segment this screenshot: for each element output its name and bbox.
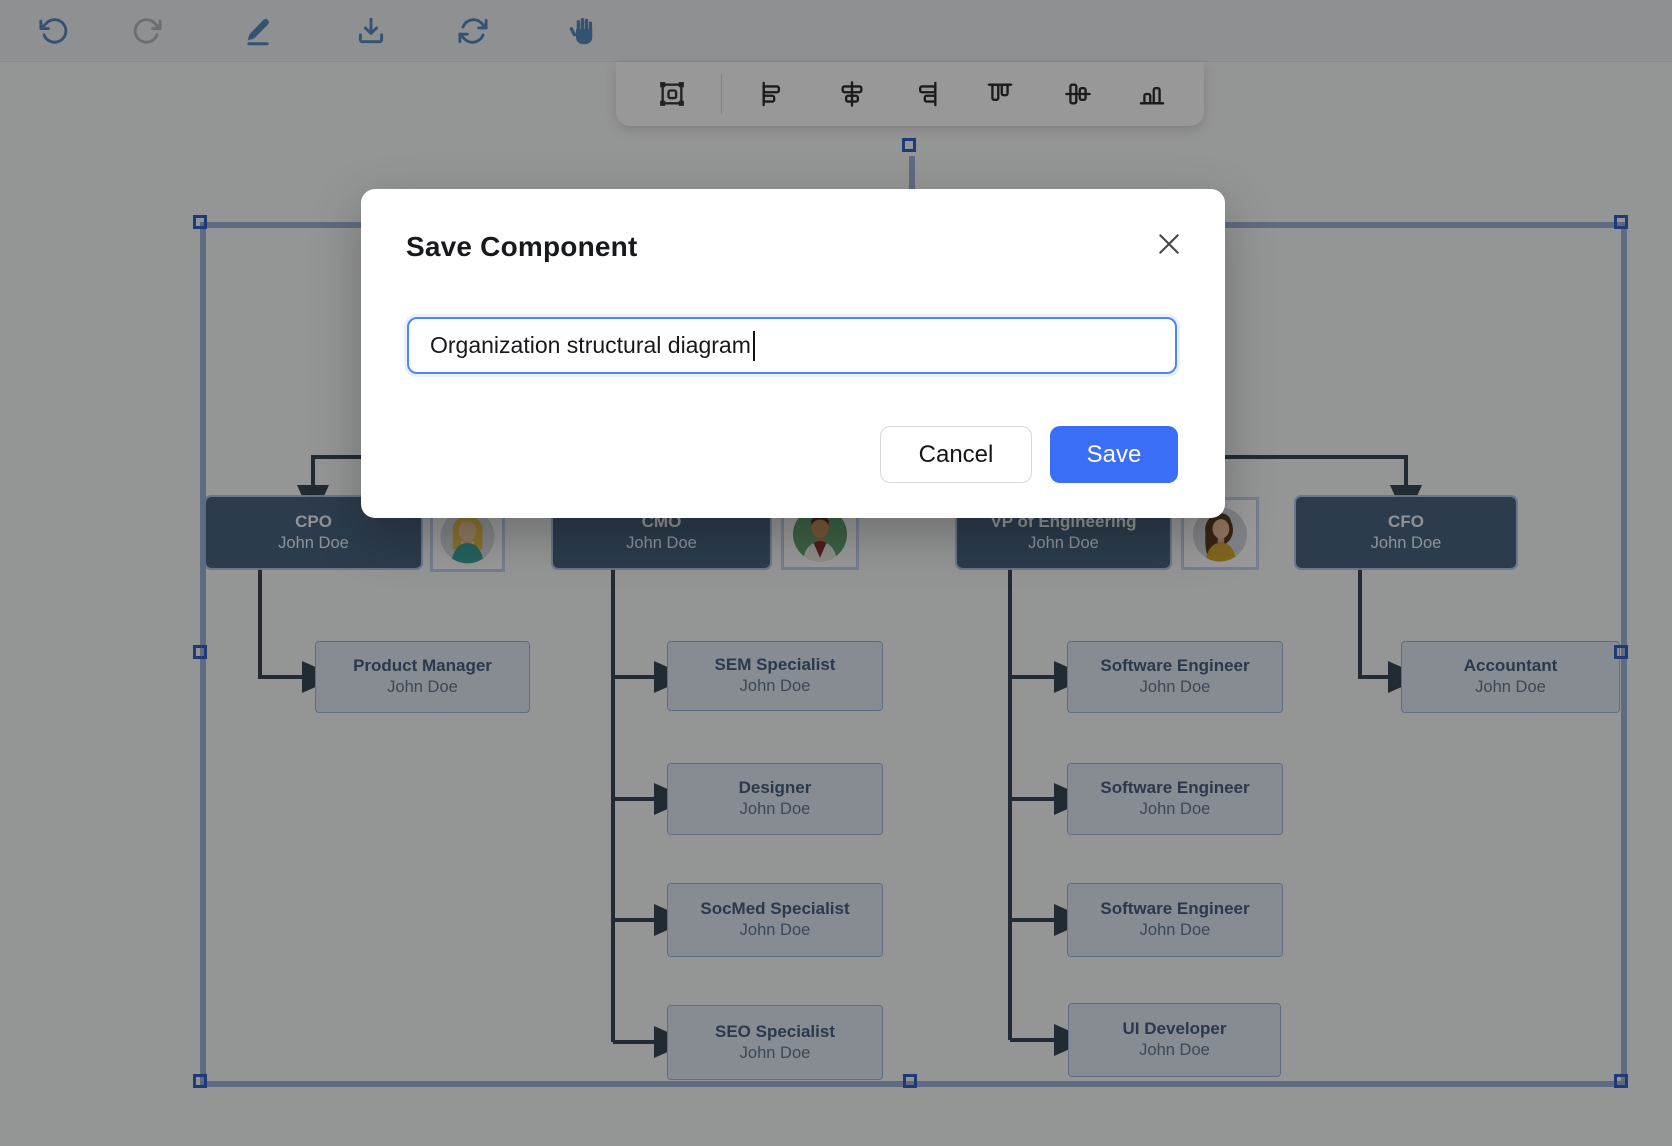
component-name-value: Organization structural diagram <box>430 332 751 359</box>
text-caret <box>753 331 755 361</box>
save-component-dialog: Save Component Organization structural d… <box>361 189 1225 518</box>
component-name-input[interactable]: Organization structural diagram <box>407 317 1177 374</box>
modal-backdrop[interactable] <box>0 0 1672 1146</box>
close-icon[interactable] <box>1155 230 1183 258</box>
save-button[interactable]: Save <box>1050 426 1178 483</box>
app-canvas: CPO John Doe CMO John Doe VP of Engineer… <box>0 0 1672 1146</box>
cancel-button[interactable]: Cancel <box>880 426 1032 483</box>
dialog-title: Save Component <box>406 231 638 263</box>
